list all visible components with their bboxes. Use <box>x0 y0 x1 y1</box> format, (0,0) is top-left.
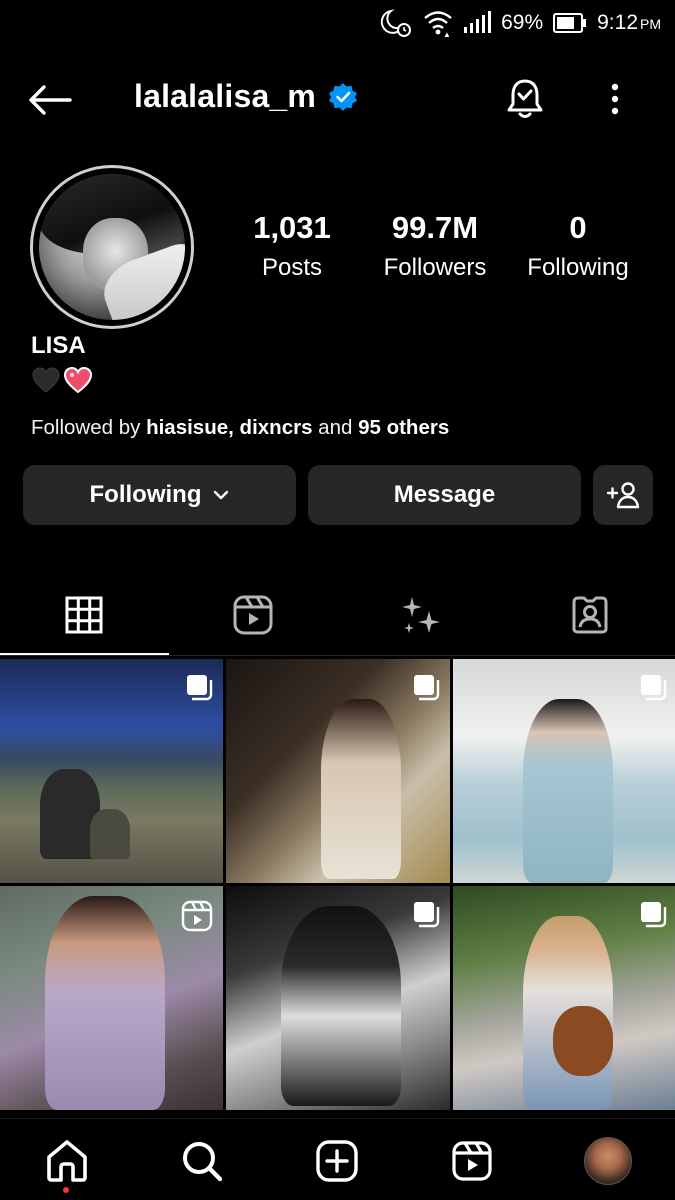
tab-tagged[interactable] <box>506 575 674 655</box>
followers-count: 99.7M <box>391 210 479 245</box>
sparkles-icon <box>402 597 440 633</box>
grid-icon <box>65 596 103 634</box>
own-profile-avatar <box>584 1137 632 1185</box>
home-icon <box>47 1140 87 1182</box>
username: lalalalisa_m <box>134 78 317 114</box>
carousel-icon <box>641 902 667 928</box>
post-thumbnail[interactable] <box>0 886 223 1110</box>
add-person-icon <box>606 482 640 509</box>
following-button[interactable]: Following <box>23 465 296 525</box>
back-arrow-icon <box>29 85 72 115</box>
svg-text:▲▼: ▲▼ <box>443 30 453 37</box>
display-name: LISA <box>31 332 86 359</box>
notification-bell-icon <box>507 79 543 118</box>
suggested-users-button[interactable] <box>593 465 653 525</box>
mutual-separator: , <box>228 416 240 439</box>
black-heart-icon <box>31 366 61 394</box>
clock-ampm: PM <box>640 16 661 32</box>
followed-by-middle: and <box>312 416 359 439</box>
carousel-icon <box>414 902 440 928</box>
back-button[interactable] <box>28 80 76 120</box>
post-thumbnail[interactable] <box>453 659 675 883</box>
more-options-icon <box>611 83 619 115</box>
mutual-followers[interactable]: Followed by hiasisue, dixncrs and 95 oth… <box>31 416 449 440</box>
profile-avatar[interactable] <box>30 165 194 329</box>
nav-home[interactable] <box>37 1133 97 1189</box>
status-bar: ▲▼ 69% 9:12PM <box>0 0 675 46</box>
sparkling-heart-icon <box>63 366 93 394</box>
carousel-icon <box>641 675 667 701</box>
post-thumbnail[interactable] <box>0 659 223 883</box>
clock-time: 9:12 <box>597 11 638 34</box>
profile-header: lalalalisa_m <box>0 60 675 140</box>
notifications-button[interactable] <box>502 76 548 122</box>
bottom-navigation <box>0 1118 675 1200</box>
posts-grid <box>0 659 675 1115</box>
post-thumbnail[interactable] <box>226 659 450 883</box>
wifi-icon: ▲▼ <box>423 9 453 37</box>
mutual-others[interactable]: 95 others <box>358 416 449 439</box>
tabs-divider <box>0 655 675 656</box>
battery-percent: 69% <box>501 11 544 34</box>
posts-count: 1,031 <box>253 210 331 245</box>
post-thumbnail[interactable] <box>226 886 450 1110</box>
reels-icon <box>233 595 273 635</box>
carousel-icon <box>414 675 440 701</box>
tab-reels[interactable] <box>169 575 337 655</box>
more-options-button[interactable] <box>600 76 630 122</box>
reels-icon <box>452 1141 492 1181</box>
post-thumbnail[interactable] <box>453 886 675 1110</box>
message-button-label: Message <box>393 481 496 508</box>
nav-search[interactable] <box>172 1133 232 1189</box>
home-notification-dot <box>63 1187 69 1193</box>
profile-tabs <box>0 575 675 657</box>
username-title: lalalalisa_m <box>134 78 358 115</box>
nav-profile[interactable] <box>578 1133 638 1189</box>
profile-photo <box>39 174 185 320</box>
nav-create[interactable] <box>307 1133 367 1189</box>
reel-icon <box>181 900 213 932</box>
search-icon <box>183 1142 223 1182</box>
nav-reels[interactable] <box>442 1133 502 1189</box>
message-button[interactable]: Message <box>308 465 581 525</box>
tagged-person-icon <box>572 596 608 634</box>
tab-posts-grid[interactable] <box>0 575 168 655</box>
bio <box>31 366 93 394</box>
following-label: Following <box>527 254 629 281</box>
signal-icon <box>463 11 492 35</box>
followed-by-prefix: Followed by <box>31 416 147 439</box>
battery-icon <box>553 12 587 34</box>
mutual-user-2[interactable]: dixncrs <box>240 416 313 439</box>
following-stat[interactable]: 0 Following <box>515 210 641 282</box>
posts-label: Posts <box>261 254 323 281</box>
create-icon <box>316 1140 358 1182</box>
moon-alarm-icon <box>379 8 413 38</box>
followers-label: Followers <box>383 254 487 281</box>
following-button-label: Following <box>89 481 202 508</box>
posts-stat[interactable]: 1,031 Posts <box>244 210 340 282</box>
tab-ai-sparkles[interactable] <box>337 575 505 655</box>
chevron-down-icon <box>214 490 229 500</box>
mutual-user-1[interactable]: hiasisue <box>146 416 228 439</box>
verified-badge-icon <box>328 82 358 112</box>
carousel-icon <box>187 675 213 701</box>
followers-stat[interactable]: 99.7M Followers <box>372 210 498 282</box>
following-count: 0 <box>569 210 587 245</box>
